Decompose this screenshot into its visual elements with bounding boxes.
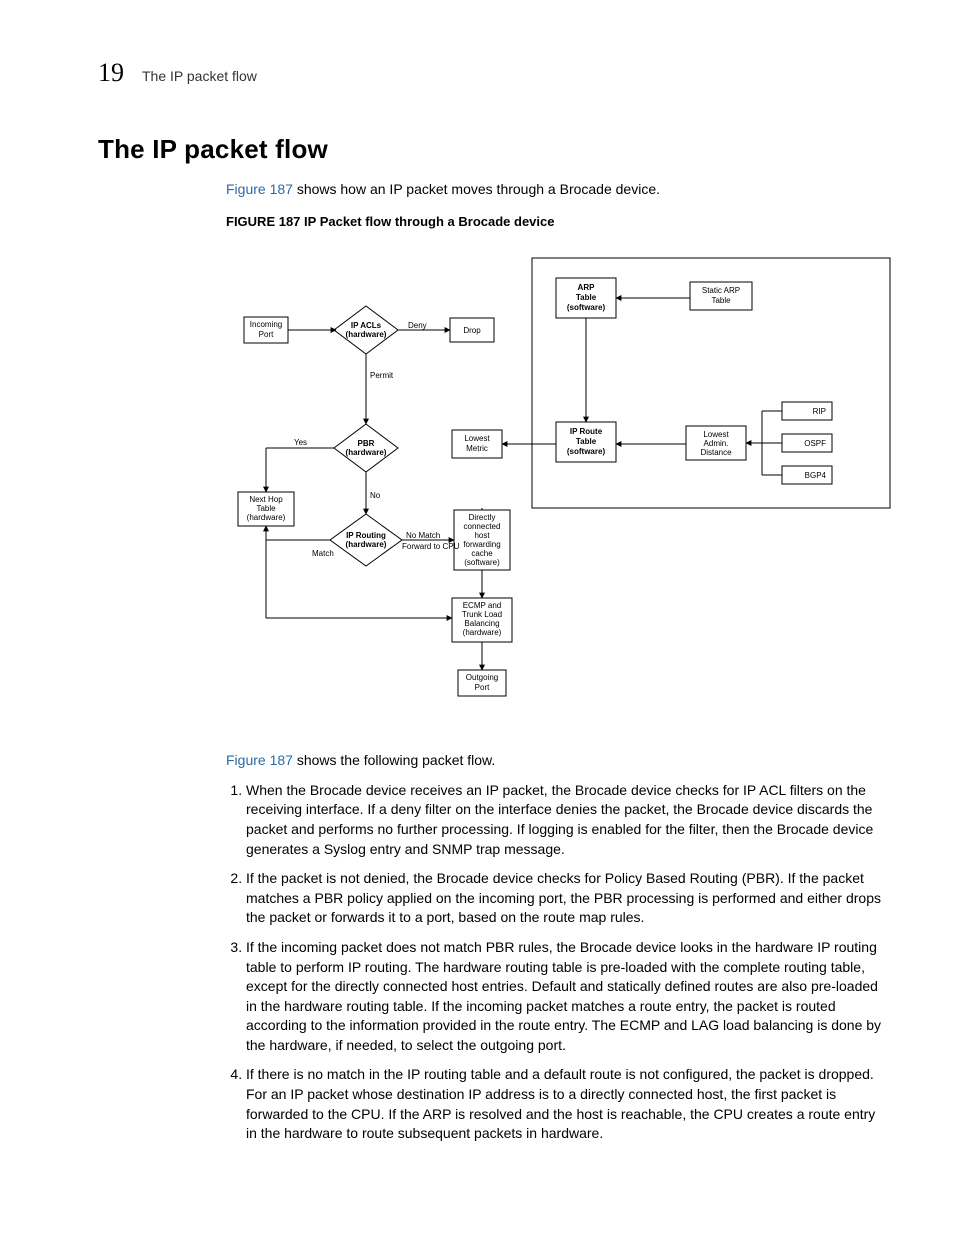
intro-paragraph: Figure 187 shows how an IP packet moves … — [226, 180, 894, 200]
arp-table-label: ARPTable(software) — [567, 283, 606, 312]
intro-tail: shows how an IP packet moves through a B… — [293, 181, 660, 197]
second-tail: shows the following packet flow. — [293, 752, 495, 768]
page-header: 19 The IP packet flow — [98, 55, 894, 91]
incoming-port-label: IncomingPort — [250, 320, 282, 339]
ecmp-label: ECMP andTrunk LoadBalancing(hardware) — [462, 601, 502, 637]
steps-list: When the Brocade device receives an IP p… — [226, 781, 894, 1144]
figure-reference-link[interactable]: Figure 187 — [226, 181, 293, 197]
ip-acls-label: IP ACLs(hardware) — [346, 321, 387, 339]
figure-caption: FIGURE 187 IP Packet flow through a Broc… — [226, 213, 894, 231]
drop-label: Drop — [463, 326, 481, 335]
page-title: The IP packet flow — [98, 131, 894, 167]
rip-label: RIP — [813, 407, 826, 416]
dchfc-label: Directlyconnectedhostforwardingcache(sof… — [463, 513, 500, 567]
ip-routing-label: IP Routing(hardware) — [346, 531, 387, 549]
ip-route-table-label: IP RouteTable(software) — [567, 427, 606, 456]
ospf-label: OSPF — [804, 439, 826, 448]
deny-label: Deny — [408, 321, 427, 330]
bgp4-label: BGP4 — [805, 471, 827, 480]
permit-label: Permit — [370, 371, 394, 380]
pbr-label: PBR(hardware) — [346, 439, 387, 457]
chapter-number: 19 — [98, 55, 124, 91]
match-label: Match — [312, 549, 334, 558]
lowest-admin-label: LowestAdmin.Distance — [700, 430, 732, 457]
figure-label: FIGURE 187 — [226, 214, 300, 229]
lowest-metric-label: LowestMetric — [464, 434, 490, 453]
no-match-label: No MatchForward to CPU — [402, 531, 460, 551]
figure-diagram: IncomingPort IP ACLs(hardware) Deny Drop… — [226, 238, 894, 742]
figure-caption-text: IP Packet flow through a Brocade device — [300, 214, 554, 229]
next-hop-label: Next HopTable(hardware) — [247, 495, 286, 522]
static-arp-label: Static ARPTable — [702, 286, 740, 305]
figure-reference-link-2[interactable]: Figure 187 — [226, 752, 293, 768]
header-title: The IP packet flow — [142, 67, 257, 87]
list-item: When the Brocade device receives an IP p… — [246, 781, 894, 859]
outgoing-port-label: OutgoingPort — [466, 673, 498, 692]
yes-label: Yes — [294, 438, 307, 447]
no-label: No — [370, 491, 381, 500]
list-item: If the incoming packet does not match PB… — [246, 938, 894, 1056]
list-item: If there is no match in the IP routing t… — [246, 1065, 894, 1143]
second-paragraph: Figure 187 shows the following packet fl… — [226, 751, 894, 771]
list-item: If the packet is not denied, the Brocade… — [246, 869, 894, 928]
